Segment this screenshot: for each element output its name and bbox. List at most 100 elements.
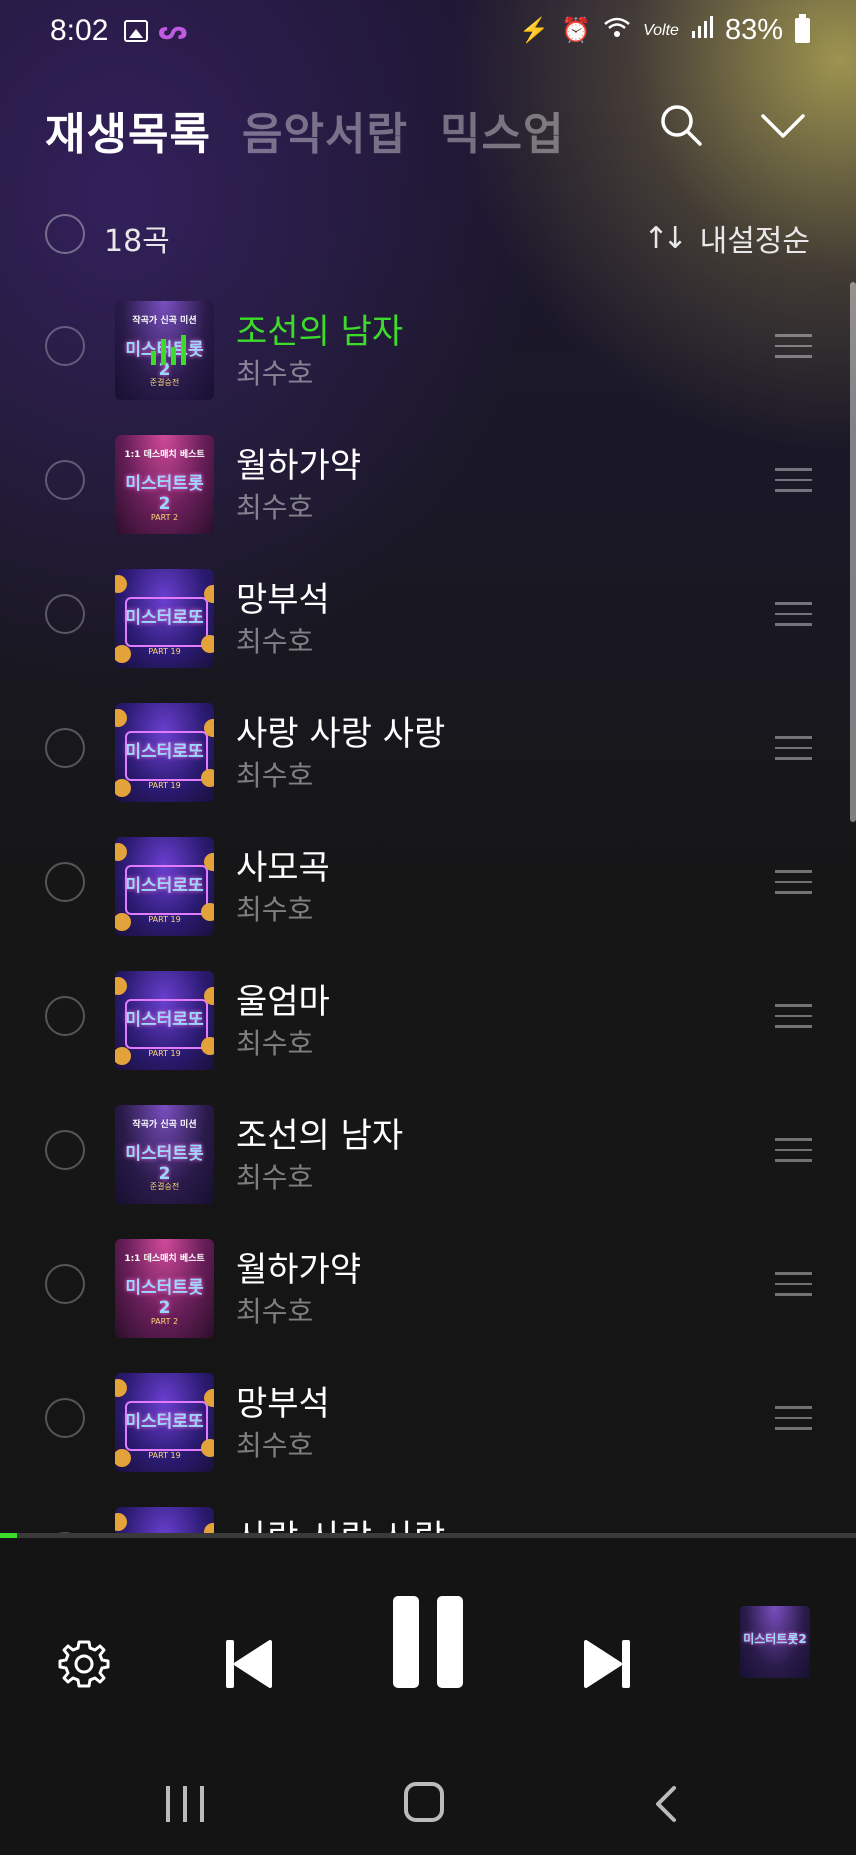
drag-handle-icon[interactable]: [775, 468, 812, 494]
search-icon[interactable]: [660, 104, 702, 146]
song-checkbox[interactable]: [45, 460, 85, 500]
song-row[interactable]: 미스터로또 PART 19 망부석최수호: [0, 1352, 856, 1486]
header: 재생목록 음악서랍 믹스업: [0, 90, 856, 170]
song-row[interactable]: 미스터로또PART 19사랑 사랑 사랑최수호: [0, 1486, 856, 1533]
album-art: 미스터로또 PART 19: [115, 971, 214, 1070]
now-playing-art-logo: 미스터트롯2: [743, 1632, 807, 1646]
chevron-down-icon[interactable]: [760, 108, 806, 142]
battery-icon: [795, 14, 810, 43]
list-header: 18곡 ↑↓ 내설정순: [0, 212, 856, 262]
album-art-logo: 미스터트롯2: [125, 1144, 204, 1184]
drag-handle-icon[interactable]: [775, 1138, 812, 1164]
equalizer-icon: [151, 335, 186, 365]
album-art: 미스터로또 PART 19: [115, 837, 214, 936]
battery-percent: 83%: [724, 14, 783, 46]
album-art: 미스터로또PART 19: [115, 703, 214, 802]
album-art-top-text: 1:1 데스매치 베스트: [124, 1254, 205, 1264]
drag-handle-icon[interactable]: [775, 1272, 812, 1298]
album-art-logo: 미스터트롯2: [125, 474, 204, 514]
song-title: 월하가약: [236, 1250, 362, 1290]
song-row[interactable]: 미스터로또 PART 19 사모곡최수호: [0, 816, 856, 950]
song-artist: 최수호: [236, 625, 314, 658]
tab-mixup[interactable]: 믹스업: [440, 98, 564, 162]
album-art-logo: 미스터로또: [125, 1010, 204, 1030]
album-art: 미스터로또PART 19: [115, 1507, 214, 1533]
song-checkbox[interactable]: [45, 996, 85, 1036]
signal-icon: [691, 15, 713, 46]
recents-icon[interactable]: [166, 1786, 204, 1822]
song-title: 망부석: [236, 580, 330, 620]
gear-icon[interactable]: [58, 1638, 110, 1690]
sort-button[interactable]: ↑↓ 내설정순: [643, 216, 810, 260]
home-icon[interactable]: [404, 1782, 444, 1822]
song-title: 조선의 남자: [236, 312, 404, 352]
album-art: 작곡가 신곡 미션 미스터트롯2 준결승전: [115, 1105, 214, 1204]
back-icon[interactable]: [650, 1784, 680, 1824]
album-art-top-text: 작곡가 신곡 미션: [132, 316, 197, 326]
now-playing-album-art[interactable]: 미스터트롯2: [740, 1606, 810, 1678]
song-artist: 최수호: [236, 1161, 314, 1194]
song-title: 망부석: [236, 1384, 330, 1424]
album-art-sub-text: PART 19: [148, 915, 181, 924]
song-title: 월하가약: [236, 446, 362, 486]
drag-handle-icon[interactable]: [775, 1406, 812, 1432]
song-row[interactable]: 미스터로또PART 19사랑 사랑 사랑최수호: [0, 682, 856, 816]
song-row[interactable]: 1:1 데스매치 베스트 미스터트롯2 PART 2 월하가약 최수호: [0, 414, 856, 548]
song-title: 사모곡: [236, 848, 330, 888]
drag-handle-icon[interactable]: [775, 1004, 812, 1030]
album-art: 1:1 데스매치 베스트미스터트롯2 PART 2: [115, 435, 214, 534]
song-row[interactable]: 1:1 데스매치 베스트미스터트롯2 PART 2 월하가약최수호: [0, 1218, 856, 1352]
song-list[interactable]: 작곡가 신곡 미션 미스터트롯2 준결승전 조선의 남자 최수호 1:1 데스매치 베스트…: [0, 280, 856, 1533]
song-artist: 최수호: [236, 759, 314, 792]
battery-saver-icon: ⚡: [519, 17, 550, 44]
alarm-icon: ⏰: [561, 17, 592, 44]
album-art-sub-text: 준결승전: [149, 378, 180, 387]
song-artist: 최수호: [236, 1429, 314, 1462]
pause-bar-left: [393, 1596, 419, 1688]
song-artist: 최수호: [236, 893, 314, 926]
pause-button[interactable]: [393, 1596, 463, 1688]
tab-music-drawer[interactable]: 음악서랍: [242, 98, 408, 162]
album-art-logo: 미스터로또: [125, 608, 204, 628]
skip-previous-icon[interactable]: [222, 1636, 274, 1692]
drag-handle-icon[interactable]: [775, 736, 812, 762]
song-checkbox[interactable]: [45, 1130, 85, 1170]
drag-handle-icon[interactable]: [775, 602, 812, 628]
song-row[interactable]: 작곡가 신곡 미션 미스터트롯2 준결승전 조선의 남자최수호: [0, 280, 856, 414]
album-art-sub-text: PART 19: [148, 1451, 181, 1460]
select-all-checkbox[interactable]: [45, 214, 85, 254]
album-art-top-text: 1:1 데스매치 베스트: [124, 450, 205, 460]
song-checkbox[interactable]: [45, 594, 85, 634]
album-art: 미스터로또PART 19: [115, 569, 214, 668]
drag-handle-icon[interactable]: [775, 334, 812, 360]
pause-bar-right: [437, 1596, 463, 1688]
song-artist: 최수호: [236, 1027, 314, 1060]
song-artist: 최수호: [236, 1295, 314, 1328]
song-checkbox[interactable]: [45, 1398, 85, 1438]
app-notification-icon: ᔕ: [158, 16, 188, 46]
album-art: 미스터로또PART 19: [115, 1373, 214, 1472]
album-art-sub-text: PART 2: [150, 1317, 179, 1326]
song-checkbox[interactable]: [45, 862, 85, 902]
album-art-sub-text: PART 2: [150, 513, 179, 522]
song-checkbox[interactable]: [45, 326, 85, 366]
song-checkbox[interactable]: [45, 1264, 85, 1304]
song-row[interactable]: 작곡가 신곡 미션 미스터트롯2 준결승전 조선의 남자최수호: [0, 1084, 856, 1218]
skip-next-icon[interactable]: [582, 1636, 634, 1692]
tab-playlist[interactable]: 재생목록: [45, 98, 211, 162]
album-art-logo: 미스터트롯2: [125, 1278, 204, 1318]
song-row[interactable]: 미스터로또 PART 19 망부석최수호: [0, 548, 856, 682]
volte-icon: Volte: [643, 21, 679, 39]
album-art-sub-text: PART 19: [148, 1049, 181, 1058]
drag-handle-icon[interactable]: [775, 870, 812, 896]
song-title: 울엄마: [236, 982, 330, 1022]
album-art-logo: 미스터로또: [125, 876, 204, 896]
song-title: 조선의 남자: [236, 1116, 404, 1156]
song-checkbox[interactable]: [45, 728, 85, 768]
song-row[interactable]: 미스터로또 PART 19 울엄마최수호: [0, 950, 856, 1084]
album-art: 작곡가 신곡 미션 미스터트롯2 준결승전: [115, 301, 214, 400]
song-title: 사랑 사랑 사랑: [236, 1510, 445, 1533]
song-count: 18곡: [104, 224, 170, 259]
scrollbar[interactable]: [850, 282, 856, 822]
song-artist: 최수호: [236, 357, 314, 390]
